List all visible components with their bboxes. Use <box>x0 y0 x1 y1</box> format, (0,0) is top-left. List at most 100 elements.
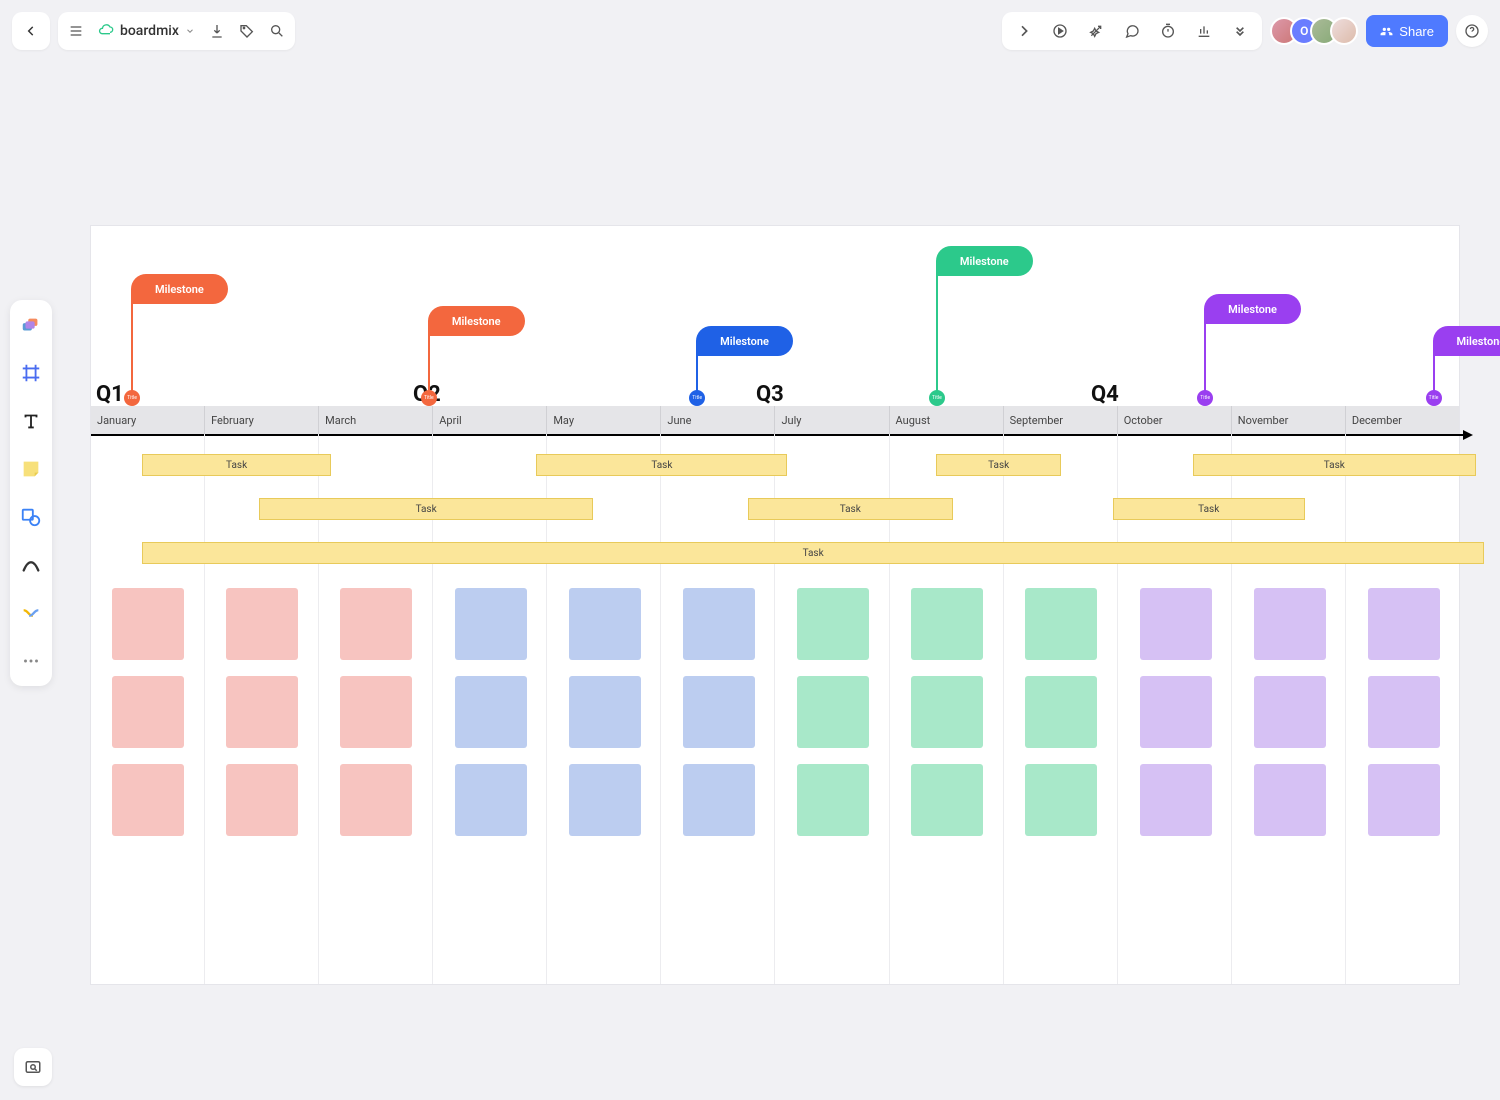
download-icon[interactable] <box>209 23 225 39</box>
chevron-right-icon[interactable] <box>1016 23 1032 39</box>
task-bar[interactable]: Task <box>259 498 594 520</box>
timer-icon[interactable] <box>1160 23 1176 39</box>
milestone-dot[interactable]: Title <box>929 390 945 406</box>
sticky-note[interactable] <box>112 676 184 748</box>
pen-tool-icon[interactable] <box>16 550 46 580</box>
sticky-note[interactable] <box>340 764 412 836</box>
frame-tool-icon[interactable] <box>16 358 46 388</box>
month-cell: November <box>1232 406 1346 434</box>
month-cell: July <box>775 406 889 434</box>
sticky-note[interactable] <box>112 764 184 836</box>
chevron-down-icon[interactable] <box>185 26 195 36</box>
canvas-board[interactable]: Q1 Q2 Q3 Q4 JanuaryFebruaryMarchAprilMay… <box>90 225 1460 985</box>
milestone-dot[interactable]: Title <box>421 390 437 406</box>
sticky-note[interactable] <box>683 676 755 748</box>
task-bar[interactable]: Task <box>1113 498 1305 520</box>
task-bar[interactable]: Task <box>748 498 954 520</box>
shape-tool-icon[interactable] <box>16 502 46 532</box>
sticky-note[interactable] <box>1254 764 1326 836</box>
sticky-note[interactable] <box>455 588 527 660</box>
sticky-note[interactable] <box>226 588 298 660</box>
sticky-note[interactable] <box>112 588 184 660</box>
sticky-note[interactable] <box>340 676 412 748</box>
search-icon[interactable] <box>269 23 285 39</box>
milestone-stem <box>131 304 133 398</box>
sticky-note[interactable] <box>797 764 869 836</box>
sticky-note[interactable] <box>911 676 983 748</box>
sticky-note[interactable] <box>1254 588 1326 660</box>
topbar-left: boardmix <box>12 12 295 50</box>
sticky-note[interactable] <box>683 764 755 836</box>
task-bar[interactable]: Task <box>1193 454 1476 476</box>
app-name: boardmix <box>120 23 179 39</box>
month-cell: August <box>890 406 1004 434</box>
milestone-dot[interactable]: Title <box>689 390 705 406</box>
month-cell: December <box>1346 406 1459 434</box>
month-cell: May <box>547 406 661 434</box>
milestone-dot[interactable]: Title <box>1426 390 1442 406</box>
sticky-note[interactable] <box>226 764 298 836</box>
comment-icon[interactable] <box>1124 23 1140 39</box>
task-bar[interactable]: Task <box>936 454 1062 476</box>
quarter-label-q3: Q3 <box>756 382 784 407</box>
sticky-note[interactable] <box>455 764 527 836</box>
milestone-flag[interactable]: Milestone <box>1204 294 1301 324</box>
milestone-flag[interactable]: Milestone <box>936 246 1033 276</box>
sticky-note[interactable] <box>1254 676 1326 748</box>
month-cell: April <box>433 406 547 434</box>
milestone-flag[interactable]: Milestone <box>696 326 793 356</box>
milestone-flag[interactable]: Milestone <box>1433 326 1500 356</box>
text-tool-icon[interactable] <box>16 406 46 436</box>
sticky-note[interactable] <box>797 676 869 748</box>
sticky-note[interactable] <box>1140 588 1212 660</box>
milestone-stem <box>1204 324 1206 398</box>
tool-sidebar <box>10 300 52 686</box>
sticky-note[interactable] <box>797 588 869 660</box>
help-button[interactable] <box>1456 15 1488 47</box>
chart-icon[interactable] <box>1196 23 1212 39</box>
sticky-note[interactable] <box>1368 676 1440 748</box>
sticky-note[interactable] <box>455 676 527 748</box>
milestone-flag[interactable]: Milestone <box>131 274 228 304</box>
share-button[interactable]: Share <box>1366 15 1448 47</box>
sticky-note[interactable] <box>1140 676 1212 748</box>
sticky-note[interactable] <box>1140 764 1212 836</box>
task-bar[interactable]: Task <box>536 454 787 476</box>
sticky-note[interactable] <box>569 588 641 660</box>
connector-tool-icon[interactable] <box>16 598 46 628</box>
collaborator-avatars[interactable]: O <box>1270 17 1358 45</box>
sticky-note[interactable] <box>569 676 641 748</box>
share-label: Share <box>1399 24 1434 39</box>
sticky-note-tool-icon[interactable] <box>16 454 46 484</box>
sticky-note[interactable] <box>1025 588 1097 660</box>
sticky-note[interactable] <box>340 588 412 660</box>
task-bar[interactable]: Task <box>142 542 1483 564</box>
avatar[interactable] <box>1330 17 1358 45</box>
menu-icon[interactable] <box>68 23 84 39</box>
sticky-note[interactable] <box>1025 764 1097 836</box>
sticky-note[interactable] <box>911 764 983 836</box>
sticky-note[interactable] <box>226 676 298 748</box>
minimap-button[interactable] <box>14 1048 52 1086</box>
back-button[interactable] <box>12 12 50 50</box>
sticky-note[interactable] <box>683 588 755 660</box>
sticky-note[interactable] <box>569 764 641 836</box>
templates-tool-icon[interactable] <box>16 310 46 340</box>
sparkle-icon[interactable] <box>1088 23 1104 39</box>
tag-icon[interactable] <box>239 23 255 39</box>
sticky-note[interactable] <box>1025 676 1097 748</box>
play-icon[interactable] <box>1052 23 1068 39</box>
sticky-note[interactable] <box>1368 588 1440 660</box>
sticky-note[interactable] <box>1368 764 1440 836</box>
quarter-label-q1: Q1 <box>96 382 124 407</box>
month-cell: February <box>205 406 319 434</box>
sticky-note[interactable] <box>911 588 983 660</box>
milestone-dot[interactable]: Title <box>1197 390 1213 406</box>
more-chevrons-icon[interactable] <box>1232 23 1248 39</box>
milestone-flag[interactable]: Milestone <box>428 306 525 336</box>
task-bar[interactable]: Task <box>142 454 330 476</box>
milestone-dot[interactable]: Title <box>124 390 140 406</box>
month-cell: March <box>319 406 433 434</box>
month-cell: June <box>661 406 775 434</box>
more-tools-icon[interactable] <box>16 646 46 676</box>
